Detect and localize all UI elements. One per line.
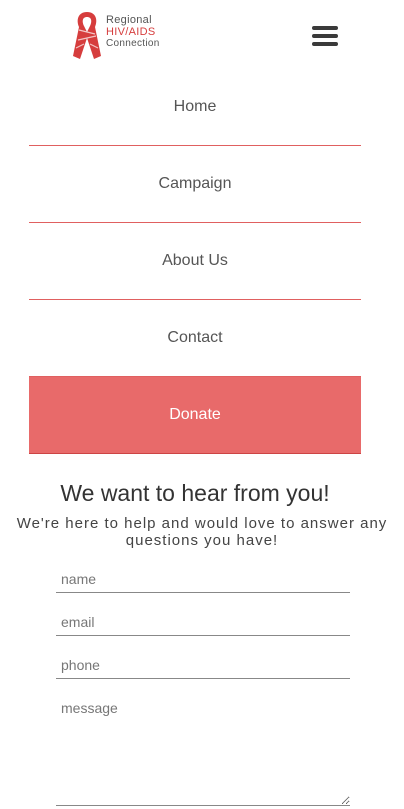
message-field[interactable] [56, 695, 350, 806]
logo-line-1: Regional [106, 14, 152, 26]
nav-item-contact[interactable]: Contact [29, 300, 361, 377]
main-nav: Home Campaign About Us Contact Donate [29, 69, 361, 454]
email-field[interactable] [56, 609, 350, 636]
menu-bar [312, 26, 338, 30]
nav-item-about-us[interactable]: About Us [29, 223, 361, 300]
nav-item-campaign[interactable]: Campaign [29, 146, 361, 223]
phone-field[interactable] [56, 652, 350, 679]
site-header: Regional HIV/AIDS Connection [0, 0, 404, 70]
logo-line-2: HIV/AIDS [106, 26, 156, 38]
red-ribbon-icon [73, 12, 101, 59]
nav-item-home[interactable]: Home [29, 69, 361, 146]
menu-bar [312, 34, 338, 38]
contact-subtitle: We're here to help and would love to ans… [16, 515, 388, 549]
logo-text: Regional HIV/AIDS Connection [106, 14, 160, 50]
logo-line-3: Connection [106, 38, 160, 49]
site-logo[interactable]: Regional HIV/AIDS Connection [70, 8, 180, 62]
hamburger-menu-icon[interactable] [312, 26, 338, 46]
donate-button[interactable]: Donate [29, 377, 361, 454]
name-field[interactable] [56, 566, 350, 593]
contact-title: We want to hear from you! [60, 480, 330, 506]
menu-bar [312, 42, 338, 46]
